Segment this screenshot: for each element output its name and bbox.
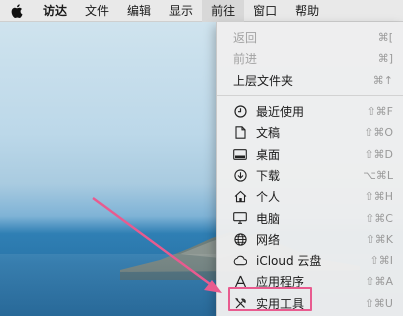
- menu-item-label: 电脑: [256, 211, 281, 226]
- menu-item-label: 网络: [256, 232, 281, 247]
- go-dropdown-menu: 返回 ⌘[ 前进 ⌘] 上层文件夹 ⌘↑ 最近使用 ⇧⌘F 文稿 ⇧⌘O 桌面 …: [216, 22, 403, 316]
- shortcut-label: ⌥⌘L: [363, 168, 393, 182]
- menu-item-desktop[interactable]: 桌面 ⇧⌘D: [217, 143, 403, 164]
- menu-item-label: 上层文件夹: [233, 73, 294, 88]
- menu-item-downloads[interactable]: 下载 ⌥⌘L: [217, 165, 403, 186]
- menu-item-label: 返回: [233, 31, 258, 46]
- menu-edit[interactable]: 编辑: [118, 0, 160, 22]
- menu-item-home[interactable]: 个人 ⇧⌘H: [217, 186, 403, 207]
- shortcut-label: ⌘[: [377, 31, 393, 45]
- menu-item-forward[interactable]: 前进 ⌘]: [217, 48, 403, 69]
- shortcut-label: ⇧⌘U: [364, 296, 393, 310]
- apple-icon: [11, 3, 23, 18]
- menu-item-label: 个人: [256, 190, 281, 205]
- menu-item-label: 最近使用: [256, 105, 305, 120]
- desktop-icon: [233, 147, 247, 161]
- menu-item-label: 文稿: [256, 126, 281, 141]
- shortcut-label: ⇧⌘C: [365, 211, 393, 225]
- utilities-highlight-box: [228, 287, 312, 311]
- menu-item-documents[interactable]: 文稿 ⇧⌘O: [217, 122, 403, 143]
- menu-item-icloud-drive[interactable]: iCloud 云盘 ⇧⌘I: [217, 250, 403, 271]
- menu-help[interactable]: 帮助: [286, 0, 328, 22]
- menu-item-enclosing-folder[interactable]: 上层文件夹 ⌘↑: [217, 70, 403, 91]
- shortcut-label: ⇧⌘H: [364, 190, 394, 204]
- network-icon: [233, 232, 247, 246]
- menu-item-back[interactable]: 返回 ⌘[: [217, 27, 403, 48]
- menu-item-recents[interactable]: 最近使用 ⇧⌘F: [217, 101, 403, 122]
- shortcut-label: ⇧⌘O: [364, 126, 393, 140]
- menu-item-label: 下载: [256, 168, 281, 183]
- cloud-icon: [233, 254, 247, 268]
- computer-icon: [233, 211, 247, 225]
- menu-item-label: 桌面: [256, 147, 281, 162]
- document-icon: [233, 126, 247, 140]
- shortcut-label: ⇧⌘D: [364, 147, 393, 161]
- shortcut-label: ⇧⌘I: [369, 254, 393, 268]
- menu-bar: 访达 文件 编辑 显示 前往 窗口 帮助: [0, 0, 403, 22]
- clock-icon: [233, 105, 247, 119]
- apple-menu[interactable]: [0, 0, 34, 22]
- shortcut-label: ⌘]: [377, 52, 393, 66]
- menu-item-network[interactable]: 网络 ⇧⌘K: [217, 229, 403, 250]
- shortcut-label: ⇧⌘F: [366, 105, 393, 119]
- menu-go[interactable]: 前往: [202, 0, 245, 22]
- menu-file[interactable]: 文件: [76, 0, 118, 22]
- menu-window[interactable]: 窗口: [244, 0, 286, 22]
- menu-item-computer[interactable]: 电脑 ⇧⌘C: [217, 207, 403, 228]
- menu-item-label: 前进: [233, 52, 258, 67]
- menu-view[interactable]: 显示: [160, 0, 202, 22]
- menu-item-label: iCloud 云盘: [256, 254, 322, 269]
- download-icon: [233, 168, 247, 182]
- shortcut-label: ⇧⌘K: [365, 232, 393, 246]
- home-icon: [233, 190, 247, 204]
- menu-finder[interactable]: 访达: [34, 0, 76, 22]
- shortcut-label: ⌘↑: [372, 73, 393, 87]
- shortcut-label: ⇧⌘A: [365, 275, 393, 289]
- menu-separator: [217, 94, 403, 96]
